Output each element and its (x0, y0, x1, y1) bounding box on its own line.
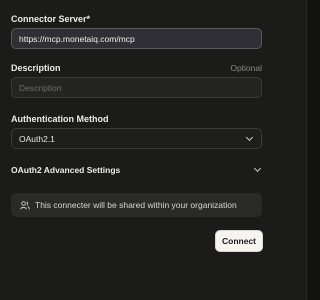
optional-tag: Optional (230, 63, 262, 73)
server-url-input[interactable]: https://mcp.monetaiq.com/mcp (11, 28, 262, 49)
server-label: Connector Server* (11, 14, 91, 24)
share-notice: This connecter will be shared within you… (11, 193, 262, 217)
auth-method-select[interactable]: OAuth2.1 (11, 128, 262, 149)
auth-method-label: Authentication Method (11, 114, 109, 124)
scrollbar-track[interactable] (306, 0, 320, 300)
connect-button[interactable]: Connect (216, 231, 262, 251)
description-placeholder: Description (19, 82, 62, 93)
oauth-advanced-toggle[interactable]: OAuth2 Advanced Settings (11, 163, 262, 177)
chevron-down-icon (253, 164, 262, 173)
chevron-down-icon (245, 133, 254, 141)
oauth-advanced-label: OAuth2 Advanced Settings (11, 165, 121, 175)
description-input[interactable]: Description (11, 77, 262, 98)
server-url-value: https://mcp.monetaiq.com/mcp (19, 33, 135, 44)
description-label: Description (11, 63, 61, 73)
auth-method-value: OAuth2.1 (19, 133, 55, 144)
connector-form: Connector Server* https://mcp.monetaiq.c… (0, 0, 287, 300)
users-icon (20, 200, 30, 209)
share-notice-text: This connecter will be shared within you… (35, 200, 237, 210)
